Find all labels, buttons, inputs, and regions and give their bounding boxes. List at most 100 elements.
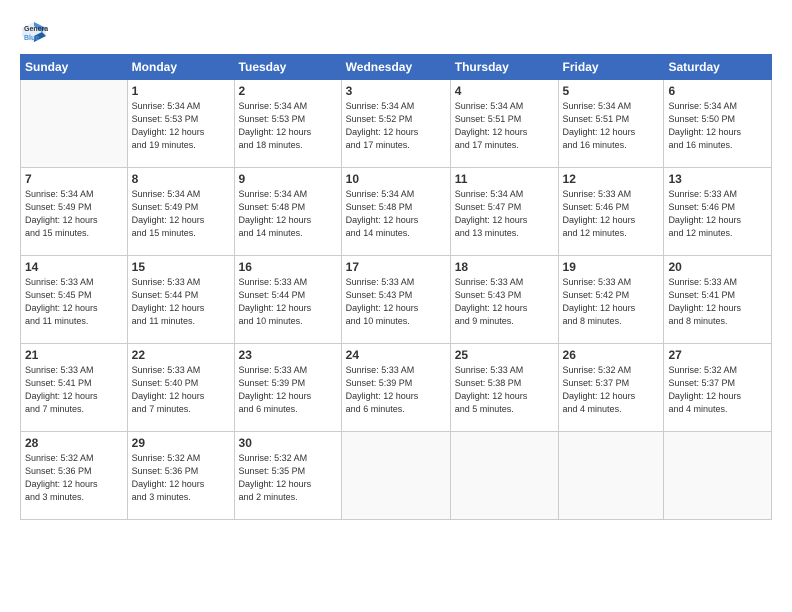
- week-row-1: 1 Sunrise: 5:34 AM Sunset: 5:53 PM Daylig…: [21, 80, 772, 168]
- day-number: 22: [132, 348, 230, 362]
- day-number: 3: [346, 84, 446, 98]
- week-row-3: 14 Sunrise: 5:33 AM Sunset: 5:45 PM Dayli…: [21, 256, 772, 344]
- calendar-cell: 8 Sunrise: 5:34 AM Sunset: 5:49 PM Daylig…: [127, 168, 234, 256]
- day-info: Sunrise: 5:34 AM Sunset: 5:50 PM Dayligh…: [668, 100, 767, 152]
- calendar-cell: [558, 432, 664, 520]
- day-number: 8: [132, 172, 230, 186]
- svg-text:General: General: [24, 26, 48, 33]
- day-info: Sunrise: 5:33 AM Sunset: 5:41 PM Dayligh…: [25, 364, 123, 416]
- day-info: Sunrise: 5:32 AM Sunset: 5:36 PM Dayligh…: [132, 452, 230, 504]
- day-info: Sunrise: 5:34 AM Sunset: 5:48 PM Dayligh…: [239, 188, 337, 240]
- calendar-cell: 21 Sunrise: 5:33 AM Sunset: 5:41 PM Dayli…: [21, 344, 128, 432]
- weekday-header-wednesday: Wednesday: [341, 55, 450, 80]
- day-info: Sunrise: 5:34 AM Sunset: 5:48 PM Dayligh…: [346, 188, 446, 240]
- week-row-2: 7 Sunrise: 5:34 AM Sunset: 5:49 PM Daylig…: [21, 168, 772, 256]
- day-number: 2: [239, 84, 337, 98]
- calendar-cell: [21, 80, 128, 168]
- day-info: Sunrise: 5:33 AM Sunset: 5:39 PM Dayligh…: [346, 364, 446, 416]
- day-number: 1: [132, 84, 230, 98]
- day-number: 27: [668, 348, 767, 362]
- calendar-cell: 16 Sunrise: 5:33 AM Sunset: 5:44 PM Dayli…: [234, 256, 341, 344]
- day-info: Sunrise: 5:33 AM Sunset: 5:45 PM Dayligh…: [25, 276, 123, 328]
- calendar-cell: 17 Sunrise: 5:33 AM Sunset: 5:43 PM Dayli…: [341, 256, 450, 344]
- day-number: 19: [563, 260, 660, 274]
- calendar-cell: 19 Sunrise: 5:33 AM Sunset: 5:42 PM Dayli…: [558, 256, 664, 344]
- weekday-header-sunday: Sunday: [21, 55, 128, 80]
- day-number: 15: [132, 260, 230, 274]
- calendar-cell: 9 Sunrise: 5:34 AM Sunset: 5:48 PM Daylig…: [234, 168, 341, 256]
- calendar-cell: 13 Sunrise: 5:33 AM Sunset: 5:46 PM Dayli…: [664, 168, 772, 256]
- day-info: Sunrise: 5:34 AM Sunset: 5:47 PM Dayligh…: [455, 188, 554, 240]
- calendar-cell: 24 Sunrise: 5:33 AM Sunset: 5:39 PM Dayli…: [341, 344, 450, 432]
- day-number: 29: [132, 436, 230, 450]
- day-number: 21: [25, 348, 123, 362]
- day-number: 26: [563, 348, 660, 362]
- calendar-cell: [341, 432, 450, 520]
- day-info: Sunrise: 5:33 AM Sunset: 5:38 PM Dayligh…: [455, 364, 554, 416]
- calendar-cell: 23 Sunrise: 5:33 AM Sunset: 5:39 PM Dayli…: [234, 344, 341, 432]
- day-info: Sunrise: 5:33 AM Sunset: 5:46 PM Dayligh…: [668, 188, 767, 240]
- day-info: Sunrise: 5:34 AM Sunset: 5:53 PM Dayligh…: [132, 100, 230, 152]
- week-row-5: 28 Sunrise: 5:32 AM Sunset: 5:36 PM Dayli…: [21, 432, 772, 520]
- weekday-header-thursday: Thursday: [450, 55, 558, 80]
- calendar-cell: 27 Sunrise: 5:32 AM Sunset: 5:37 PM Dayli…: [664, 344, 772, 432]
- logo-icon: General Blue: [20, 18, 48, 46]
- day-info: Sunrise: 5:33 AM Sunset: 5:44 PM Dayligh…: [132, 276, 230, 328]
- day-info: Sunrise: 5:33 AM Sunset: 5:46 PM Dayligh…: [563, 188, 660, 240]
- svg-text:Blue: Blue: [24, 35, 39, 42]
- day-number: 13: [668, 172, 767, 186]
- day-info: Sunrise: 5:34 AM Sunset: 5:49 PM Dayligh…: [132, 188, 230, 240]
- calendar-cell: 11 Sunrise: 5:34 AM Sunset: 5:47 PM Dayli…: [450, 168, 558, 256]
- day-number: 20: [668, 260, 767, 274]
- calendar-cell: 2 Sunrise: 5:34 AM Sunset: 5:53 PM Daylig…: [234, 80, 341, 168]
- calendar-cell: [664, 432, 772, 520]
- day-info: Sunrise: 5:33 AM Sunset: 5:42 PM Dayligh…: [563, 276, 660, 328]
- page: General Blue SundayMondayTuesdayWednesda…: [0, 0, 792, 612]
- day-number: 17: [346, 260, 446, 274]
- day-number: 30: [239, 436, 337, 450]
- day-number: 16: [239, 260, 337, 274]
- day-number: 12: [563, 172, 660, 186]
- day-number: 14: [25, 260, 123, 274]
- day-number: 4: [455, 84, 554, 98]
- day-info: Sunrise: 5:34 AM Sunset: 5:51 PM Dayligh…: [563, 100, 660, 152]
- day-number: 28: [25, 436, 123, 450]
- calendar-cell: 22 Sunrise: 5:33 AM Sunset: 5:40 PM Dayli…: [127, 344, 234, 432]
- calendar-cell: 30 Sunrise: 5:32 AM Sunset: 5:35 PM Dayli…: [234, 432, 341, 520]
- calendar-cell: 28 Sunrise: 5:32 AM Sunset: 5:36 PM Dayli…: [21, 432, 128, 520]
- calendar-cell: 26 Sunrise: 5:32 AM Sunset: 5:37 PM Dayli…: [558, 344, 664, 432]
- day-info: Sunrise: 5:33 AM Sunset: 5:40 PM Dayligh…: [132, 364, 230, 416]
- calendar-table: SundayMondayTuesdayWednesdayThursdayFrid…: [20, 54, 772, 520]
- weekday-header-friday: Friday: [558, 55, 664, 80]
- day-number: 23: [239, 348, 337, 362]
- day-info: Sunrise: 5:33 AM Sunset: 5:44 PM Dayligh…: [239, 276, 337, 328]
- weekday-header-monday: Monday: [127, 55, 234, 80]
- weekday-header-saturday: Saturday: [664, 55, 772, 80]
- calendar-cell: 5 Sunrise: 5:34 AM Sunset: 5:51 PM Daylig…: [558, 80, 664, 168]
- weekday-header-row: SundayMondayTuesdayWednesdayThursdayFrid…: [21, 55, 772, 80]
- weekday-header-tuesday: Tuesday: [234, 55, 341, 80]
- calendar-cell: 4Sunrise: 5:34 AM Sunset: 5:51 PM Daylig…: [450, 80, 558, 168]
- day-number: 9: [239, 172, 337, 186]
- day-info: Sunrise: 5:32 AM Sunset: 5:37 PM Dayligh…: [668, 364, 767, 416]
- day-info: Sunrise: 5:33 AM Sunset: 5:39 PM Dayligh…: [239, 364, 337, 416]
- day-info: Sunrise: 5:34 AM Sunset: 5:52 PM Dayligh…: [346, 100, 446, 152]
- day-info: Sunrise: 5:32 AM Sunset: 5:35 PM Dayligh…: [239, 452, 337, 504]
- day-number: 24: [346, 348, 446, 362]
- day-number: 5: [563, 84, 660, 98]
- day-number: 7: [25, 172, 123, 186]
- day-info: Sunrise: 5:33 AM Sunset: 5:43 PM Dayligh…: [346, 276, 446, 328]
- day-number: 11: [455, 172, 554, 186]
- week-row-4: 21 Sunrise: 5:33 AM Sunset: 5:41 PM Dayli…: [21, 344, 772, 432]
- day-info: Sunrise: 5:32 AM Sunset: 5:37 PM Dayligh…: [563, 364, 660, 416]
- calendar-cell: 12 Sunrise: 5:33 AM Sunset: 5:46 PM Dayli…: [558, 168, 664, 256]
- day-info: Sunrise: 5:33 AM Sunset: 5:41 PM Dayligh…: [668, 276, 767, 328]
- calendar-cell: 6Sunrise: 5:34 AM Sunset: 5:50 PM Daylig…: [664, 80, 772, 168]
- calendar-cell: 25 Sunrise: 5:33 AM Sunset: 5:38 PM Dayli…: [450, 344, 558, 432]
- day-number: 25: [455, 348, 554, 362]
- day-info: Sunrise: 5:34 AM Sunset: 5:53 PM Dayligh…: [239, 100, 337, 152]
- logo: General Blue: [20, 18, 51, 46]
- calendar-cell: 3 Sunrise: 5:34 AM Sunset: 5:52 PM Daylig…: [341, 80, 450, 168]
- day-info: Sunrise: 5:32 AM Sunset: 5:36 PM Dayligh…: [25, 452, 123, 504]
- calendar-cell: 20 Sunrise: 5:33 AM Sunset: 5:41 PM Dayli…: [664, 256, 772, 344]
